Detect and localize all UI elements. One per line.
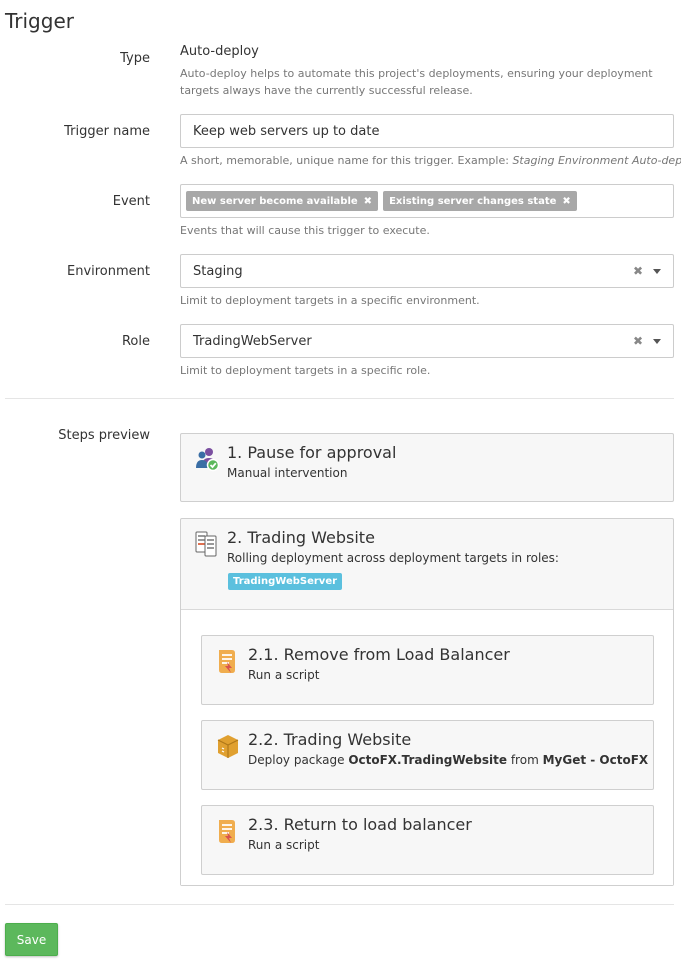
type-label: Type — [120, 51, 150, 66]
remove-tag-icon[interactable]: ✖ — [562, 196, 570, 207]
role-help: Limit to deployment targets in a specifi… — [180, 364, 431, 377]
trigger-name-help-example: Staging Environment Auto-deploy — [512, 154, 681, 167]
environment-help: Limit to deployment targets in a specifi… — [180, 294, 480, 307]
clear-icon[interactable]: ✖ — [633, 264, 643, 278]
divider — [5, 398, 674, 399]
package-icon — [216, 733, 240, 759]
step-card: 2. Trading Website Rolling deployment ac… — [180, 518, 674, 886]
trigger-name-input[interactable]: Keep web servers up to date — [180, 114, 674, 148]
role-badge: TradingWebServer — [228, 573, 343, 590]
step-subtitle-text: Deploy package — [248, 753, 349, 767]
role-label: Role — [121, 334, 150, 349]
environment-select[interactable]: Staging ✖ — [180, 254, 674, 288]
step-card: 1. Pause for approval Manual interventio… — [180, 433, 674, 502]
event-tag-input[interactable]: New server become available ✖ Existing s… — [180, 184, 674, 218]
event-tag-label: New server become available — [192, 195, 358, 207]
step-title: 2. Trading Website — [227, 528, 375, 547]
script-icon — [216, 648, 238, 674]
environment-label: Environment — [66, 264, 150, 279]
manual-intervention-icon — [194, 446, 220, 472]
trigger-name-help-text: A short, memorable, unique name for this… — [180, 154, 513, 167]
package-name: OctoFX.TradingWebsite — [348, 753, 508, 767]
event-label: Event — [112, 194, 150, 209]
rolling-deployment-icon — [195, 531, 219, 557]
event-tag: New server become available ✖ — [186, 191, 379, 211]
role-value: TradingWebServer — [193, 333, 312, 349]
step-title: 2.3. Return to load balancer — [248, 815, 472, 834]
step-title: 1. Pause for approval — [227, 443, 397, 462]
step-title: 2.1. Remove from Load Balancer — [248, 645, 510, 664]
event-tag-label: Existing server changes state — [389, 195, 557, 207]
step-subtitle: Rolling deployment across deployment tar… — [227, 551, 559, 565]
page-title: Trigger — [5, 9, 74, 33]
step-title: 2.2. Trading Website — [248, 730, 412, 749]
feed-name: MyGet - OctoFX — [542, 753, 649, 767]
trigger-name-value: Keep web servers up to date — [193, 123, 380, 139]
type-help: Auto-deploy helps to automate this proje… — [180, 67, 653, 97]
script-icon — [216, 818, 238, 844]
role-select[interactable]: TradingWebServer ✖ — [180, 324, 674, 358]
child-steps-container: 2.1. Remove from Load Balancer Run a scr… — [181, 609, 673, 885]
step-subtitle: Deploy package OctoFX.TradingWebsite fro… — [248, 753, 648, 767]
divider — [5, 904, 674, 905]
remove-tag-icon[interactable]: ✖ — [364, 196, 372, 207]
child-step-card: 2.3. Return to load balancer Run a scrip… — [201, 805, 654, 875]
step-subtitle: Run a script — [248, 668, 320, 682]
save-button[interactable]: Save — [5, 923, 58, 956]
type-value: Auto-deploy — [180, 44, 259, 59]
step-subtitle: Run a script — [248, 838, 320, 852]
caret-down-icon[interactable] — [653, 338, 661, 344]
event-help: Events that will cause this trigger to e… — [180, 224, 430, 237]
trigger-name-help: A short, memorable, unique name for this… — [180, 152, 681, 169]
child-step-card: 2.1. Remove from Load Balancer Run a scr… — [201, 635, 654, 705]
step-subtitle-text: from — [507, 753, 543, 767]
trigger-name-label: Trigger name — [64, 124, 150, 139]
caret-down-icon[interactable] — [653, 268, 661, 274]
environment-value: Staging — [193, 263, 243, 279]
event-tag: Existing server changes state ✖ — [383, 191, 577, 211]
child-step-card: 2.2. Trading Website Deploy package Octo… — [201, 720, 654, 790]
clear-icon[interactable]: ✖ — [633, 334, 643, 348]
step-subtitle: Manual intervention — [227, 466, 348, 480]
steps-preview-label: Steps preview — [58, 428, 150, 443]
